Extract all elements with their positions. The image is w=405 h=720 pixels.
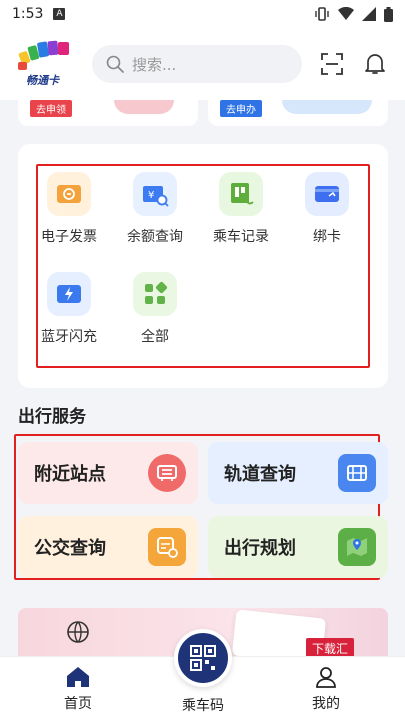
- nav-mine[interactable]: 我的: [286, 665, 366, 713]
- function-item-bluetooth-charge[interactable]: 蓝牙闪充: [40, 272, 98, 346]
- home-icon: [67, 667, 89, 687]
- nav-label: 我的: [312, 696, 340, 712]
- nav-home[interactable]: 首页: [38, 665, 118, 713]
- notification-icon: A: [53, 8, 66, 20]
- status-bar: 1:53 A: [0, 0, 405, 28]
- search-placeholder: 搜索...: [132, 55, 177, 74]
- qr-code-icon: [190, 645, 216, 671]
- ride-record-icon: [219, 172, 263, 216]
- function-item-ride-record[interactable]: 乘车记录: [212, 172, 270, 246]
- bell-icon[interactable]: [365, 53, 385, 75]
- banner-tag: 去申办: [220, 100, 262, 117]
- service-label: 轨道查询: [224, 464, 296, 485]
- banner-art: [114, 100, 174, 114]
- function-label: 乘车记录: [213, 229, 269, 245]
- banner-art: [282, 100, 372, 114]
- service-label: 公交查询: [34, 538, 106, 559]
- status-time: 1:53: [12, 6, 44, 22]
- function-item-bind-card[interactable]: 绑卡: [298, 172, 356, 246]
- function-label: 电子发票: [41, 229, 97, 245]
- function-item-balance[interactable]: ¥ 余额查询: [126, 172, 184, 246]
- scan-icon[interactable]: [321, 53, 343, 75]
- svg-text:¥: ¥: [148, 190, 154, 201]
- main-content[interactable]: 去申领 去申办 电子发票 ¥ 余额查询 乘车记录 绑卡 蓝牙闪充 全部 出行服务…: [0, 100, 405, 656]
- battery-icon: [384, 6, 393, 22]
- nav-label: 乘车码: [182, 698, 224, 714]
- promo-badge: 下载汇: [305, 638, 354, 656]
- function-label: 全部: [141, 329, 169, 345]
- balance-query-icon: ¥: [133, 172, 177, 216]
- banner-row: 去申领 去申办: [18, 100, 388, 126]
- service-label: 出行规划: [224, 538, 296, 559]
- wifi-icon: [338, 7, 354, 20]
- profile-icon: [316, 667, 336, 688]
- search-input[interactable]: 搜索...: [92, 45, 302, 83]
- rail-query-icon: [338, 454, 376, 492]
- banner-card-apply[interactable]: 去申领: [18, 100, 198, 126]
- bus-query-icon: [148, 528, 186, 566]
- logo-text: 畅通卡: [26, 74, 59, 87]
- service-nearby-station[interactable]: 附近站点: [18, 442, 198, 504]
- all-apps-icon: [133, 272, 177, 316]
- service-rail-query[interactable]: 轨道查询: [208, 442, 388, 504]
- bottom-nav: 首页 乘车码 我的: [0, 629, 405, 720]
- section-title-travel-services: 出行服务: [18, 407, 86, 427]
- service-label: 附近站点: [34, 464, 106, 485]
- service-bus-query[interactable]: 公交查询: [18, 516, 198, 578]
- nav-ride-code[interactable]: 乘车码: [163, 695, 243, 715]
- nav-label: 首页: [64, 696, 92, 712]
- function-card: 电子发票 ¥ 余额查询 乘车记录 绑卡 蓝牙闪充 全部: [18, 144, 388, 388]
- function-label: 蓝牙闪充: [41, 329, 97, 345]
- nearby-station-icon: [148, 454, 186, 492]
- ride-code-button[interactable]: [174, 629, 232, 687]
- bluetooth-charge-icon: [47, 272, 91, 316]
- search-icon: [106, 55, 124, 73]
- invoice-icon: [47, 172, 91, 216]
- function-label: 余额查询: [127, 229, 183, 245]
- trip-plan-icon: [338, 528, 376, 566]
- app-header: 畅通卡 搜索...: [0, 28, 405, 100]
- function-grid: 电子发票 ¥ 余额查询 乘车记录 绑卡 蓝牙闪充 全部: [40, 172, 370, 346]
- banner-card-handle[interactable]: 去申办: [208, 100, 388, 126]
- app-logo: 畅通卡: [14, 38, 80, 90]
- function-label: 绑卡: [313, 229, 341, 245]
- function-item-all[interactable]: 全部: [126, 272, 184, 346]
- globe-icon: [67, 621, 89, 643]
- banner-tag: 去申领: [30, 100, 72, 117]
- function-item-invoice[interactable]: 电子发票: [40, 172, 98, 246]
- bind-card-icon: [305, 172, 349, 216]
- signal-icon: [362, 7, 376, 21]
- vibrate-icon: [315, 7, 329, 21]
- service-trip-plan[interactable]: 出行规划: [208, 516, 388, 578]
